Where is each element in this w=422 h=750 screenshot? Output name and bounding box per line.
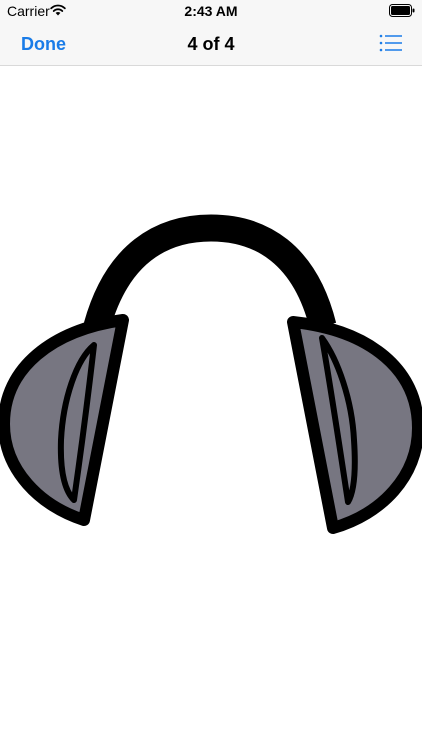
battery-icon <box>389 4 415 17</box>
status-bar: Carrier 2:43 AM <box>0 0 422 22</box>
page-counter-title: 4 of 4 <box>187 34 235 54</box>
navigation-bar: Done 4 of 4 <box>0 22 422 66</box>
list-icon[interactable] <box>379 34 403 52</box>
sticker-viewer <box>0 66 422 750</box>
headphones-icon <box>0 214 422 534</box>
status-time: 2:43 AM <box>184 3 238 19</box>
headband <box>83 214 337 330</box>
